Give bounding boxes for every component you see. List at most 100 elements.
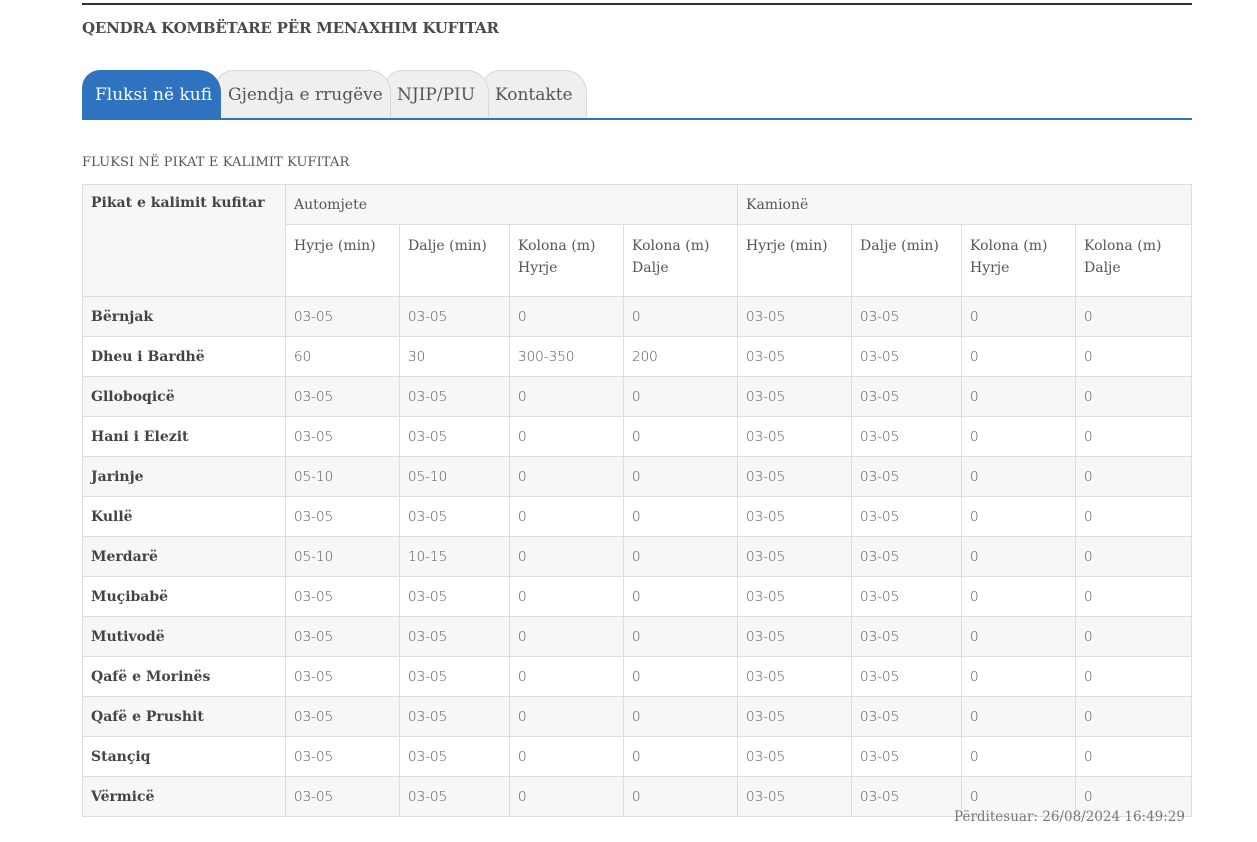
table-cell: 03-05 bbox=[399, 376, 510, 417]
table-cell: 03-05 bbox=[285, 576, 400, 617]
table-cell: 03-05 bbox=[285, 736, 400, 777]
table-row: Qafë e Prushit 03-05 03-05 0 0 03-05 03-05 0 0 bbox=[82, 696, 1193, 737]
tab-gjendja-e-rrugeve[interactable]: Gjendja e rrugëve bbox=[215, 70, 391, 118]
table-cell: 03-05 bbox=[851, 416, 962, 457]
table-cell: 03-05 bbox=[851, 496, 962, 537]
table-row: Bërnjak 03-05 03-05 0 0 03-05 03-05 0 0 bbox=[82, 296, 1193, 337]
tab-kontakte[interactable]: Kontakte bbox=[482, 70, 587, 118]
table-cell: 03-05 bbox=[851, 576, 962, 617]
table-cell: 0 bbox=[623, 656, 738, 697]
table-cell: 03-05 bbox=[851, 616, 962, 657]
table-cell: 0 bbox=[623, 576, 738, 617]
table-cell: 0 bbox=[623, 456, 738, 497]
table-cell: 0 bbox=[623, 696, 738, 737]
table-cell: 0 bbox=[1074, 576, 1193, 617]
table-cell: 0 bbox=[961, 456, 1076, 497]
table-cell: 0 bbox=[509, 416, 624, 457]
table-cell: 03-05 bbox=[285, 376, 400, 417]
crossing-point-name: Dheu i Bardhë bbox=[82, 336, 286, 377]
column-header: Kolona (m) Hyrje bbox=[509, 224, 624, 297]
table-cell: 0 bbox=[961, 336, 1076, 377]
table-cell: 60 bbox=[285, 336, 400, 377]
table-cell: 03-05 bbox=[737, 336, 852, 377]
table-cell: 03-05 bbox=[737, 696, 852, 737]
table-cell: 03-05 bbox=[737, 736, 852, 777]
section-title: FLUKSI NË PIKAT E KALIMIT KUFITAR bbox=[82, 155, 350, 170]
column-header: Dalje (min) bbox=[851, 224, 962, 297]
table-cell: 05-10 bbox=[285, 536, 400, 577]
table-cell: 0 bbox=[623, 416, 738, 457]
table-cell: 0 bbox=[623, 616, 738, 657]
group-header-kamione: Kamionë bbox=[736, 184, 1193, 225]
crossing-point-name: Mutivodë bbox=[82, 616, 286, 657]
table-cell: 03-05 bbox=[737, 416, 852, 457]
crossing-point-name: Glloboqicë bbox=[82, 376, 286, 417]
table-cell: 03-05 bbox=[399, 496, 510, 537]
table-row: Stançiq 03-05 03-05 0 0 03-05 03-05 0 0 bbox=[82, 736, 1193, 777]
table-cell: 0 bbox=[623, 736, 738, 777]
table-row: Merdarë 05-10 10-15 0 0 03-05 03-05 0 0 bbox=[82, 536, 1193, 577]
table-cell: 0 bbox=[961, 296, 1076, 337]
group-header-automjete: Automjete bbox=[285, 184, 738, 225]
table-row: Qafë e Morinës 03-05 03-05 0 0 03-05 03-05 0 0 bbox=[82, 656, 1193, 697]
table-cell: 0 bbox=[1074, 736, 1193, 777]
table-row: Muçibabë 03-05 03-05 0 0 03-05 03-05 0 0 bbox=[82, 576, 1193, 617]
table-cell: 0 bbox=[961, 376, 1076, 417]
table-cell: 03-05 bbox=[399, 296, 510, 337]
table-cell: 0 bbox=[1074, 376, 1193, 417]
column-header: Kolona (m) Hyrje bbox=[961, 224, 1076, 297]
page-container: QENDRA KOMBËTARE PËR MENAXHIM KUFITAR Fl… bbox=[82, 0, 1193, 817]
table-cell: 0 bbox=[961, 496, 1076, 537]
table-cell: 03-05 bbox=[399, 656, 510, 697]
crossing-point-name: Stançiq bbox=[82, 736, 286, 777]
crossing-point-name: Qafë e Morinës bbox=[82, 656, 286, 697]
table-cell: 0 bbox=[1074, 456, 1193, 497]
crossing-point-name: Muçibabë bbox=[82, 576, 286, 617]
table-row: Dheu i Bardhë 60 30 300-350 200 03-05 03-05 0 0 bbox=[82, 336, 1193, 377]
crossing-point-name: Qafë e Prushit bbox=[82, 696, 286, 737]
table-cell: 03-05 bbox=[851, 536, 962, 577]
table-cell: 03-05 bbox=[285, 616, 400, 657]
table-cell: 0 bbox=[623, 496, 738, 537]
table-cell: 03-05 bbox=[851, 656, 962, 697]
table-row: Mutivodë 03-05 03-05 0 0 03-05 03-05 0 0 bbox=[82, 616, 1193, 657]
table-cell: 0 bbox=[509, 536, 624, 577]
table-cell: 0 bbox=[961, 536, 1076, 577]
table-cell: 0 bbox=[961, 616, 1076, 657]
table-cell: 0 bbox=[509, 696, 624, 737]
table-cell: 0 bbox=[961, 576, 1076, 617]
table-cell: 03-05 bbox=[285, 696, 400, 737]
table-cell: 03-05 bbox=[737, 776, 852, 817]
table-cell: 03-05 bbox=[285, 776, 400, 817]
table-row: Hani i Elezit 03-05 03-05 0 0 03-05 03-05 0 0 bbox=[82, 416, 1193, 457]
table-cell: 03-05 bbox=[851, 696, 962, 737]
crossing-point-name: Vërmicë bbox=[82, 776, 286, 817]
crossing-point-name: Merdarë bbox=[82, 536, 286, 577]
table-cell: 0 bbox=[961, 416, 1076, 457]
column-header: Dalje (min) bbox=[399, 224, 510, 297]
table-cell: 03-05 bbox=[285, 496, 400, 537]
crossing-point-name: Jarinje bbox=[82, 456, 286, 497]
table-cell: 05-10 bbox=[285, 456, 400, 497]
table-cell: 0 bbox=[1074, 296, 1193, 337]
crossing-point-name: Kullë bbox=[82, 496, 286, 537]
table-cell: 03-05 bbox=[851, 376, 962, 417]
tab-bar: Fluksi në kufi Gjendja e rrugëve NJIP/PI… bbox=[82, 69, 1192, 120]
table-cell: 03-05 bbox=[851, 736, 962, 777]
table-cell: 0 bbox=[961, 736, 1076, 777]
column-header: Hyrje (min) bbox=[737, 224, 852, 297]
table-cell: 0 bbox=[1074, 496, 1193, 537]
table-cell: 30 bbox=[399, 336, 510, 377]
table-cell: 10-15 bbox=[399, 536, 510, 577]
tab-njip-piu[interactable]: NJIP/PIU bbox=[384, 70, 489, 118]
column-header: Kolona (m) Dalje bbox=[1074, 224, 1193, 297]
table-cell: 03-05 bbox=[399, 736, 510, 777]
table-cell: 03-05 bbox=[737, 656, 852, 697]
tab-fluksi-ne-kufi[interactable]: Fluksi në kufi bbox=[82, 70, 221, 118]
table-cell: 200 bbox=[623, 336, 738, 377]
table-cell: 03-05 bbox=[399, 696, 510, 737]
table-cell: 0 bbox=[623, 376, 738, 417]
table-cell: 03-05 bbox=[851, 336, 962, 377]
table-cell: 03-05 bbox=[285, 416, 400, 457]
row-header: Pikat e kalimit kufitar bbox=[82, 184, 286, 297]
